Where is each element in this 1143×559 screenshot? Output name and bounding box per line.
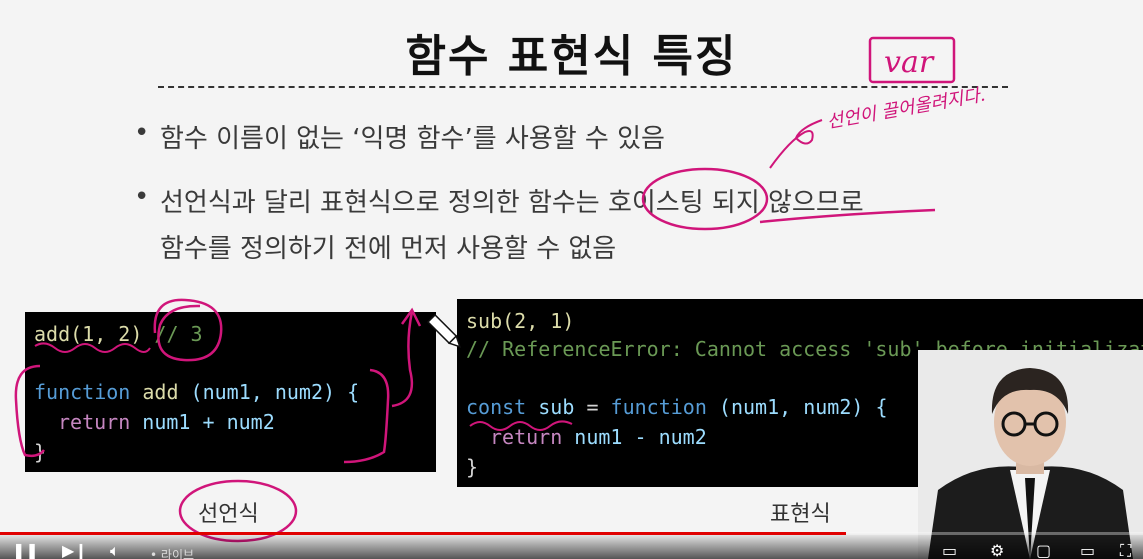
miniplayer-icon[interactable]: ▢ — [1036, 541, 1051, 559]
label-expression: 표현식 — [770, 502, 831, 527]
progress-fill — [0, 532, 846, 535]
code-params: (num1, num2) { — [718, 395, 888, 419]
next-icon[interactable]: ▶❙ — [62, 541, 88, 559]
label-declaration: 선언식 — [198, 502, 259, 527]
bullet-item-2: • 선언식과 달리 표현식으로 정의한 함수는 호이스팅 되지 않으므로 — [134, 182, 864, 219]
code-brace: } — [34, 440, 47, 464]
settings-gear-icon[interactable]: ⚙ — [990, 541, 1004, 559]
bullet-dot: • — [134, 182, 150, 212]
bullet-item-1: • 함수 이름이 없는 ‘익명 함수’를 사용할 수 있음 — [134, 118, 665, 155]
code-comment: // 3 — [154, 322, 203, 346]
fullscreen-icon[interactable]: ⛶ — [1120, 541, 1131, 559]
pause-icon[interactable]: ❚❚ — [12, 541, 39, 559]
code-brace: } — [466, 455, 479, 479]
code-line: add(1, 2) // 3 — [34, 322, 203, 346]
code-params: (num1, num2) { — [190, 380, 360, 404]
theater-mode-icon[interactable]: ▭ — [1080, 541, 1095, 559]
lecture-slide: 함수 표현식 특징 • 함수 이름이 없는 ‘익명 함수’를 사용할 수 있음 … — [0, 0, 1143, 559]
code-keyword: const — [466, 395, 527, 419]
live-label: • 라이브 — [150, 546, 194, 559]
title-divider — [158, 86, 1008, 88]
bullet-text-2: 선언식과 달리 표현식으로 정의한 함수는 호이스팅 되지 않으므로 — [160, 188, 864, 218]
volume-icon[interactable]: 🔈︎ — [110, 541, 120, 559]
slide-title: 함수 표현식 특징 — [405, 31, 738, 82]
code-line: const sub = function (num1, num2) { — [466, 395, 887, 419]
bullet-text-1: 함수 이름이 없는 ‘익명 함수’를 사용할 수 있음 — [160, 124, 665, 154]
code-line: return num1 + num2 — [58, 410, 275, 434]
code-variable: sub — [538, 395, 575, 419]
handwritten-note: 선언이 끌어올려지다. — [825, 84, 987, 133]
code-function-name: add — [142, 380, 179, 404]
code-line: } — [34, 440, 46, 464]
code-keyword: function — [610, 395, 707, 419]
code-keyword: function — [34, 380, 131, 404]
code-line: sub(2, 1) — [466, 309, 574, 333]
code-line: } — [466, 455, 478, 479]
bullet-text-3: 함수를 정의하기 전에 먼저 사용할 수 없음 — [160, 234, 617, 264]
code-block-declaration: add(1, 2) // 3 function add (num1, num2)… — [25, 312, 436, 472]
subtitles-icon[interactable]: ▭ — [942, 541, 957, 559]
bullet-item-2-continued: 함수를 정의하기 전에 먼저 사용할 수 없음 — [160, 228, 616, 265]
bullet-dot: • — [134, 118, 150, 148]
code-line: return num1 - num2 — [490, 425, 707, 449]
presenter-webcam — [918, 350, 1143, 559]
code-keyword: return — [58, 410, 131, 434]
code-keyword: return — [490, 425, 563, 449]
code-expression: num1 + num2 — [142, 410, 275, 434]
code-call: sub(2, 1) — [466, 309, 575, 333]
code-operator: = — [586, 395, 599, 419]
live-text: 라이브 — [160, 548, 195, 559]
code-expression: num1 - num2 — [574, 425, 707, 449]
code-call: add(1, 2) — [34, 322, 143, 346]
swirl-arrow — [769, 119, 823, 169]
code-line: function add (num1, num2) { — [34, 380, 359, 404]
